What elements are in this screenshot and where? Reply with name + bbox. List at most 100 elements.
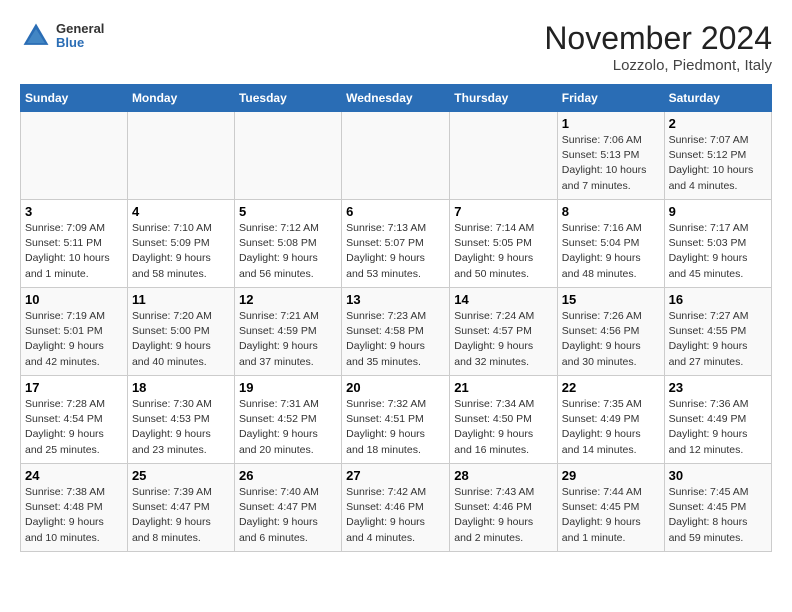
day-number: 8 [562, 204, 660, 219]
day-info: Sunrise: 7:10 AM Sunset: 5:09 PM Dayligh… [132, 221, 230, 282]
calendar-cell: 5Sunrise: 7:12 AM Sunset: 5:08 PM Daylig… [234, 200, 341, 288]
day-info: Sunrise: 7:21 AM Sunset: 4:59 PM Dayligh… [239, 309, 337, 370]
calendar-cell: 3Sunrise: 7:09 AM Sunset: 5:11 PM Daylig… [21, 200, 128, 288]
calendar-cell: 23 Sunrise: 7:36 AM Sunset: 4:49 PM Dayli… [664, 376, 771, 464]
calendar-cell [21, 112, 128, 200]
day-info: Sunrise: 7:14 AM Sunset: 5:05 PM Dayligh… [454, 221, 553, 282]
page-header: General Blue November 2024 Lozzolo, Pied… [20, 20, 772, 74]
day-info: Sunrise: 7:12 AM Sunset: 5:08 PM Dayligh… [239, 221, 337, 282]
logo-general: General [56, 22, 104, 36]
day-info: Sunrise: 7:43 AM Sunset: 4:46 PM Dayligh… [454, 485, 553, 546]
day-number: 15 [562, 292, 660, 307]
calendar-cell: 29 Sunrise: 7:44 AM Sunset: 4:45 PM Dayli… [557, 464, 664, 552]
day-number: 20 [346, 380, 445, 395]
calendar-cell: 9 Sunrise: 7:17 AM Sunset: 5:03 PM Daylig… [664, 200, 771, 288]
day-number: 26 [239, 468, 337, 483]
calendar-cell: 27 Sunrise: 7:42 AM Sunset: 4:46 PM Dayli… [342, 464, 450, 552]
day-number: 3 [25, 204, 123, 219]
day-info: Sunrise: 7:20 AM Sunset: 5:00 PM Dayligh… [132, 309, 230, 370]
day-info: Sunrise: 7:34 AM Sunset: 4:50 PM Dayligh… [454, 397, 553, 458]
weekday-header-row: SundayMondayTuesdayWednesdayThursdayFrid… [21, 85, 772, 112]
day-number: 18 [132, 380, 230, 395]
calendar-cell [234, 112, 341, 200]
weekday-header-tuesday: Tuesday [234, 85, 341, 112]
day-info: Sunrise: 7:17 AM Sunset: 5:03 PM Dayligh… [669, 221, 767, 282]
calendar-cell: 22Sunrise: 7:35 AM Sunset: 4:49 PM Dayli… [557, 376, 664, 464]
day-number: 12 [239, 292, 337, 307]
day-info: Sunrise: 7:19 AM Sunset: 5:01 PM Dayligh… [25, 309, 123, 370]
weekday-header-wednesday: Wednesday [342, 85, 450, 112]
day-info: Sunrise: 7:44 AM Sunset: 4:45 PM Dayligh… [562, 485, 660, 546]
day-info: Sunrise: 7:40 AM Sunset: 4:47 PM Dayligh… [239, 485, 337, 546]
day-number: 27 [346, 468, 445, 483]
calendar-cell: 12 Sunrise: 7:21 AM Sunset: 4:59 PM Dayli… [234, 288, 341, 376]
calendar-week-1: 3Sunrise: 7:09 AM Sunset: 5:11 PM Daylig… [21, 200, 772, 288]
calendar-cell: 19Sunrise: 7:31 AM Sunset: 4:52 PM Dayli… [234, 376, 341, 464]
day-info: Sunrise: 7:07 AM Sunset: 5:12 PM Dayligh… [669, 133, 767, 194]
day-number: 21 [454, 380, 553, 395]
calendar-cell: 14Sunrise: 7:24 AM Sunset: 4:57 PM Dayli… [450, 288, 558, 376]
calendar-cell: 6Sunrise: 7:13 AM Sunset: 5:07 PM Daylig… [342, 200, 450, 288]
day-number: 25 [132, 468, 230, 483]
calendar-cell: 1 Sunrise: 7:06 AM Sunset: 5:13 PM Daylig… [557, 112, 664, 200]
day-number: 14 [454, 292, 553, 307]
logo-text: General Blue [56, 22, 104, 51]
day-number: 22 [562, 380, 660, 395]
calendar-cell: 7 Sunrise: 7:14 AM Sunset: 5:05 PM Daylig… [450, 200, 558, 288]
calendar-cell: 13Sunrise: 7:23 AM Sunset: 4:58 PM Dayli… [342, 288, 450, 376]
day-number: 11 [132, 292, 230, 307]
day-info: Sunrise: 7:28 AM Sunset: 4:54 PM Dayligh… [25, 397, 123, 458]
calendar-cell: 20 Sunrise: 7:32 AM Sunset: 4:51 PM Dayli… [342, 376, 450, 464]
day-info: Sunrise: 7:39 AM Sunset: 4:47 PM Dayligh… [132, 485, 230, 546]
day-info: Sunrise: 7:32 AM Sunset: 4:51 PM Dayligh… [346, 397, 445, 458]
calendar-table: SundayMondayTuesdayWednesdayThursdayFrid… [20, 84, 772, 552]
logo: General Blue [20, 20, 104, 52]
day-info: Sunrise: 7:06 AM Sunset: 5:13 PM Dayligh… [562, 133, 660, 194]
weekday-header-thursday: Thursday [450, 85, 558, 112]
calendar-week-2: 10 Sunrise: 7:19 AM Sunset: 5:01 PM Dayli… [21, 288, 772, 376]
day-info: Sunrise: 7:26 AM Sunset: 4:56 PM Dayligh… [562, 309, 660, 370]
calendar-week-0: 1 Sunrise: 7:06 AM Sunset: 5:13 PM Daylig… [21, 112, 772, 200]
day-info: Sunrise: 7:13 AM Sunset: 5:07 PM Dayligh… [346, 221, 445, 282]
day-number: 1 [562, 116, 660, 131]
day-number: 23 [669, 380, 767, 395]
weekday-header-sunday: Sunday [21, 85, 128, 112]
calendar-cell: 24 Sunrise: 7:38 AM Sunset: 4:48 PM Dayli… [21, 464, 128, 552]
calendar-week-4: 24 Sunrise: 7:38 AM Sunset: 4:48 PM Dayli… [21, 464, 772, 552]
calendar-cell: 17Sunrise: 7:28 AM Sunset: 4:54 PM Dayli… [21, 376, 128, 464]
calendar-cell: 25 Sunrise: 7:39 AM Sunset: 4:47 PM Dayli… [127, 464, 234, 552]
day-info: Sunrise: 7:45 AM Sunset: 4:45 PM Dayligh… [669, 485, 767, 546]
day-number: 9 [669, 204, 767, 219]
calendar-cell: 30 Sunrise: 7:45 AM Sunset: 4:45 PM Dayli… [664, 464, 771, 552]
month-title: November 2024 [544, 20, 772, 57]
calendar-cell [127, 112, 234, 200]
day-info: Sunrise: 7:42 AM Sunset: 4:46 PM Dayligh… [346, 485, 445, 546]
calendar-cell: 11 Sunrise: 7:20 AM Sunset: 5:00 PM Dayli… [127, 288, 234, 376]
day-info: Sunrise: 7:38 AM Sunset: 4:48 PM Dayligh… [25, 485, 123, 546]
day-number: 7 [454, 204, 553, 219]
calendar-cell [342, 112, 450, 200]
day-number: 29 [562, 468, 660, 483]
calendar-week-3: 17Sunrise: 7:28 AM Sunset: 4:54 PM Dayli… [21, 376, 772, 464]
calendar-body: 1 Sunrise: 7:06 AM Sunset: 5:13 PM Daylig… [21, 112, 772, 552]
day-number: 16 [669, 292, 767, 307]
day-number: 30 [669, 468, 767, 483]
calendar-cell: 10 Sunrise: 7:19 AM Sunset: 5:01 PM Dayli… [21, 288, 128, 376]
calendar-cell: 21 Sunrise: 7:34 AM Sunset: 4:50 PM Dayli… [450, 376, 558, 464]
day-number: 24 [25, 468, 123, 483]
day-number: 4 [132, 204, 230, 219]
calendar-cell: 8Sunrise: 7:16 AM Sunset: 5:04 PM Daylig… [557, 200, 664, 288]
location: Lozzolo, Piedmont, Italy [544, 57, 772, 74]
title-section: November 2024 Lozzolo, Piedmont, Italy [544, 20, 772, 74]
day-number: 13 [346, 292, 445, 307]
calendar-cell: 4 Sunrise: 7:10 AM Sunset: 5:09 PM Daylig… [127, 200, 234, 288]
day-info: Sunrise: 7:36 AM Sunset: 4:49 PM Dayligh… [669, 397, 767, 458]
calendar-cell: 2 Sunrise: 7:07 AM Sunset: 5:12 PM Daylig… [664, 112, 771, 200]
day-info: Sunrise: 7:30 AM Sunset: 4:53 PM Dayligh… [132, 397, 230, 458]
day-number: 28 [454, 468, 553, 483]
calendar-cell: 15 Sunrise: 7:26 AM Sunset: 4:56 PM Dayli… [557, 288, 664, 376]
day-number: 2 [669, 116, 767, 131]
calendar-cell: 26 Sunrise: 7:40 AM Sunset: 4:47 PM Dayli… [234, 464, 341, 552]
day-number: 10 [25, 292, 123, 307]
calendar-header: SundayMondayTuesdayWednesdayThursdayFrid… [21, 85, 772, 112]
